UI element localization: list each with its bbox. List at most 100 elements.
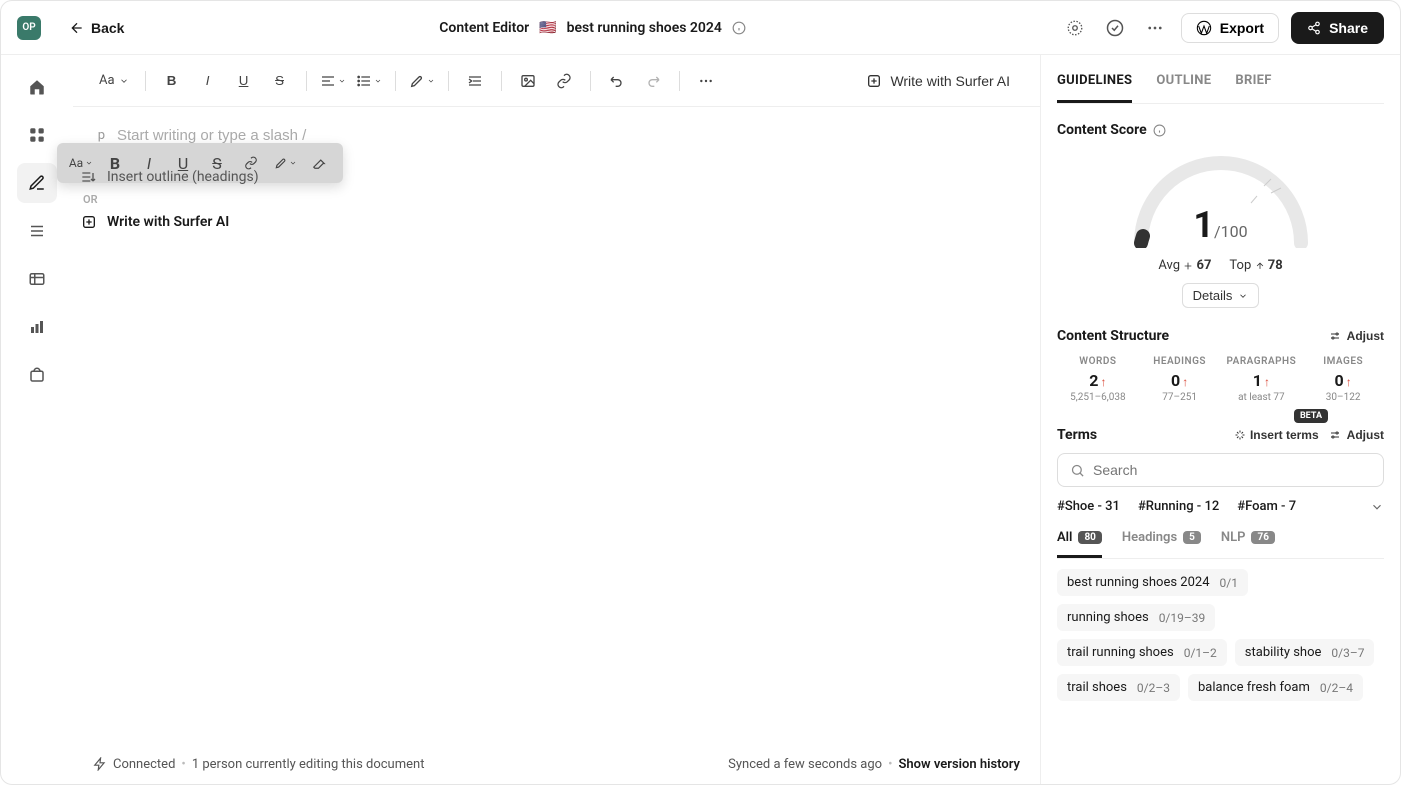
ft-clear[interactable] [305, 149, 333, 177]
highlight-icon [274, 156, 288, 170]
avatar[interactable]: OP [17, 16, 41, 40]
info-icon[interactable] [732, 21, 746, 35]
block-type-indicator: p [93, 128, 105, 143]
list-dropdown[interactable] [353, 65, 385, 97]
export-button[interactable]: Export [1181, 13, 1279, 43]
structure-adjust-button[interactable]: Adjust [1329, 329, 1384, 343]
info-icon[interactable] [1153, 124, 1166, 137]
insert-outline-hint[interactable]: Insert outline (headings) [81, 163, 259, 191]
underline-button[interactable]: U [228, 65, 260, 97]
settings-gear-icon[interactable] [1061, 14, 1089, 42]
term-pill[interactable]: running shoes0/19–39 [1057, 604, 1215, 631]
nav-list[interactable] [17, 211, 57, 251]
tab-brief[interactable]: BRIEF [1235, 73, 1271, 103]
hashtag-running[interactable]: #Running - 12 [1138, 499, 1219, 514]
right-tabs: GUIDELINES OUTLINE BRIEF [1057, 55, 1384, 104]
score-max: /100 [1214, 222, 1248, 241]
nav-table[interactable] [17, 259, 57, 299]
erase-icon [312, 156, 326, 170]
terms-search[interactable] [1057, 453, 1384, 487]
term-pill[interactable]: best running shoes 20240/1 [1057, 569, 1248, 596]
term-pill[interactable]: trail shoes0/2–3 [1057, 674, 1180, 701]
terms-title: Terms [1057, 427, 1097, 443]
hint-or: OR [81, 191, 259, 208]
outline-icon [81, 169, 97, 185]
bold-button[interactable]: B [156, 65, 188, 97]
sparkle-icon [81, 214, 97, 230]
hint-ai-label: Write with Surfer AI [107, 214, 229, 230]
undo-button[interactable] [601, 65, 633, 97]
struct-paragraphs: PARAGRAPHS1↑at least 77 [1221, 356, 1303, 403]
content-score-title: Content Score [1057, 122, 1384, 138]
hashtag-row: #Shoe - 31 #Running - 12 #Foam - 7 [1057, 499, 1384, 514]
tab-outline[interactable]: OUTLINE [1156, 73, 1211, 103]
italic-button[interactable]: I [192, 65, 224, 97]
align-dropdown[interactable] [317, 65, 349, 97]
term-tab-nlp[interactable]: NLP76 [1221, 530, 1275, 558]
doc-title[interactable]: best running shoes 2024 [567, 20, 722, 36]
bag-icon [28, 366, 46, 384]
hashtag-expand[interactable] [1370, 500, 1384, 514]
hashtag-shoe[interactable]: #Shoe - 31 [1057, 499, 1120, 514]
editor-body[interactable]: p Aa B I U S Insert outline (hea [73, 107, 1040, 744]
details-button[interactable]: Details [1182, 283, 1260, 308]
struct-headings: HEADINGS0↑77–251 [1139, 356, 1221, 403]
nav-editor[interactable] [17, 163, 57, 203]
more-tools-button[interactable] [690, 65, 722, 97]
hint-outline-label: Insert outline (headings) [107, 169, 259, 185]
ft-highlight[interactable] [271, 149, 299, 177]
section-label: Content Editor [439, 20, 529, 36]
hashtag-foam[interactable]: #Foam - 7 [1237, 499, 1296, 514]
strike-button[interactable]: S [264, 65, 296, 97]
share-button[interactable]: Share [1291, 12, 1384, 44]
right-panel: GUIDELINES OUTLINE BRIEF Content Score [1040, 55, 1400, 784]
wordpress-icon [1196, 20, 1212, 36]
divider [306, 71, 307, 91]
editor-input[interactable] [117, 127, 517, 144]
term-tab-headings[interactable]: Headings5 [1122, 530, 1201, 558]
check-icon[interactable] [1101, 14, 1129, 42]
sparkle-icon [866, 73, 882, 89]
back-button[interactable]: Back [69, 20, 124, 36]
export-label: Export [1220, 20, 1264, 36]
term-pill[interactable]: balance fresh foam0/2–4 [1188, 674, 1363, 701]
nav-analytics[interactable] [17, 307, 57, 347]
nav-apps[interactable] [17, 115, 57, 155]
more-icon[interactable] [1141, 14, 1169, 42]
version-history-link[interactable]: Show version history [898, 757, 1020, 772]
font-size-dropdown[interactable]: Aa [93, 73, 135, 88]
highlight-dropdown[interactable] [406, 65, 438, 97]
term-pill[interactable]: stability shoe0/3–7 [1235, 639, 1375, 666]
write-ai-hint[interactable]: Write with Surfer AI [81, 208, 259, 236]
bolt-icon [93, 757, 107, 771]
score-value: 1 [1193, 204, 1214, 246]
insert-terms-button[interactable]: Insert terms [1234, 428, 1319, 442]
editor-hints: Insert outline (headings) OR Write with … [81, 161, 259, 236]
terms-search-input[interactable] [1093, 462, 1371, 478]
table-icon [28, 270, 46, 288]
indent-button[interactable] [459, 65, 491, 97]
sliders-icon [1329, 330, 1341, 342]
term-pill[interactable]: trail running shoes0/1–2 [1057, 639, 1227, 666]
link-icon [556, 73, 572, 89]
chart-icon [28, 318, 46, 336]
divider [590, 71, 591, 91]
nav-home[interactable] [17, 67, 57, 107]
home-icon [28, 78, 46, 96]
structure-grid: WORDS2↑5,251–6,038 HEADINGS0↑77–251 PARA… [1057, 356, 1384, 403]
write-with-ai-button[interactable]: Write with Surfer AI [856, 67, 1020, 95]
score-sub: Avg 67 Top 78 [1158, 258, 1282, 273]
image-icon [520, 73, 536, 89]
divider [395, 71, 396, 91]
score-gauge: 1/100 Avg 67 Top 78 Details [1057, 148, 1384, 308]
nav-shop[interactable] [17, 355, 57, 395]
image-button[interactable] [512, 65, 544, 97]
terms-adjust-button[interactable]: Adjust [1329, 428, 1384, 442]
editor-wrap: Aa B I U S [73, 55, 1040, 784]
chevron-down-icon [119, 76, 129, 86]
link-button[interactable] [548, 65, 580, 97]
term-tab-all[interactable]: All80 [1057, 530, 1102, 558]
redo-button[interactable] [637, 65, 669, 97]
undo-icon [609, 73, 625, 89]
tab-guidelines[interactable]: GUIDELINES [1057, 73, 1132, 103]
